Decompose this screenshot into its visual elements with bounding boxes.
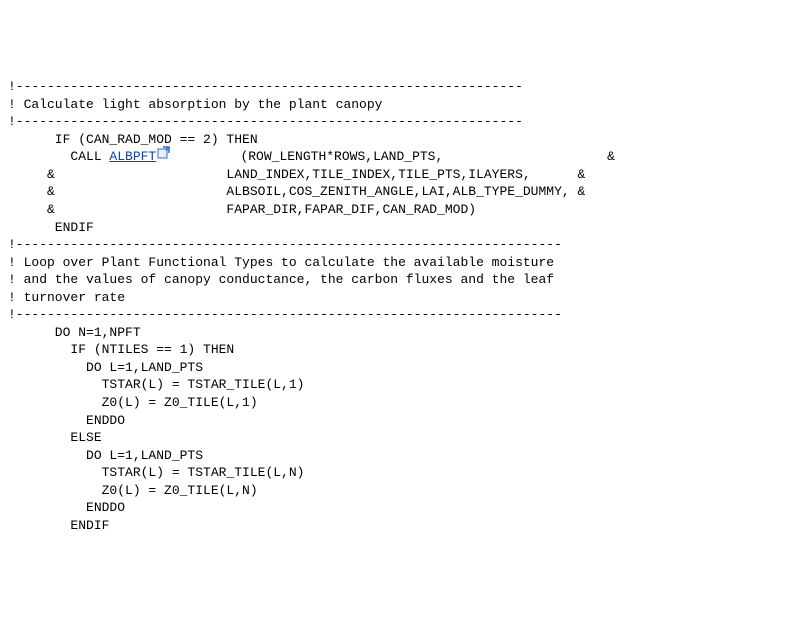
code-line: Z0(L) = Z0_TILE(L,1) — [8, 394, 797, 412]
code-line: IF (NTILES == 1) THEN — [8, 341, 797, 359]
code-text: CALL — [8, 149, 109, 164]
code-line-comment: ! turnover rate — [8, 289, 797, 307]
code-line: & LAND_INDEX,TILE_INDEX,TILE_PTS,ILAYERS… — [8, 166, 797, 184]
code-line-call: CALL ALBPFT (ROW_LENGTH*ROWS,LAND_PTS, & — [8, 148, 797, 166]
code-line: ENDIF — [8, 219, 797, 237]
code-text: (ROW_LENGTH*ROWS,LAND_PTS, & — [170, 149, 615, 164]
code-line-separator: !---------------------------------------… — [8, 113, 797, 131]
code-line: ENDIF — [8, 517, 797, 535]
code-line-comment: ! Loop over Plant Functional Types to ca… — [8, 254, 797, 272]
code-line: DO N=1,NPFT — [8, 324, 797, 342]
albpft-link[interactable]: ALBPFT — [109, 149, 156, 164]
code-line: Z0(L) = Z0_TILE(L,N) — [8, 482, 797, 500]
code-line: TSTAR(L) = TSTAR_TILE(L,1) — [8, 376, 797, 394]
code-line-comment: ! and the values of canopy conductance, … — [8, 271, 797, 289]
code-line-separator: !---------------------------------------… — [8, 306, 797, 324]
code-line: DO L=1,LAND_PTS — [8, 359, 797, 377]
code-line: ENDDO — [8, 499, 797, 517]
code-line-comment: ! Calculate light absorption by the plan… — [8, 96, 797, 114]
code-line: ENDDO — [8, 412, 797, 430]
code-line: & ALBSOIL,COS_ZENITH_ANGLE,LAI,ALB_TYPE_… — [8, 183, 797, 201]
code-line: & FAPAR_DIR,FAPAR_DIF,CAN_RAD_MOD) — [8, 201, 797, 219]
code-line: IF (CAN_RAD_MOD == 2) THEN — [8, 131, 797, 149]
code-line: ELSE — [8, 429, 797, 447]
code-line: DO L=1,LAND_PTS — [8, 447, 797, 465]
code-line-separator: !---------------------------------------… — [8, 236, 797, 254]
external-link-icon — [157, 146, 170, 159]
code-line: TSTAR(L) = TSTAR_TILE(L,N) — [8, 464, 797, 482]
code-line-separator: !---------------------------------------… — [8, 78, 797, 96]
